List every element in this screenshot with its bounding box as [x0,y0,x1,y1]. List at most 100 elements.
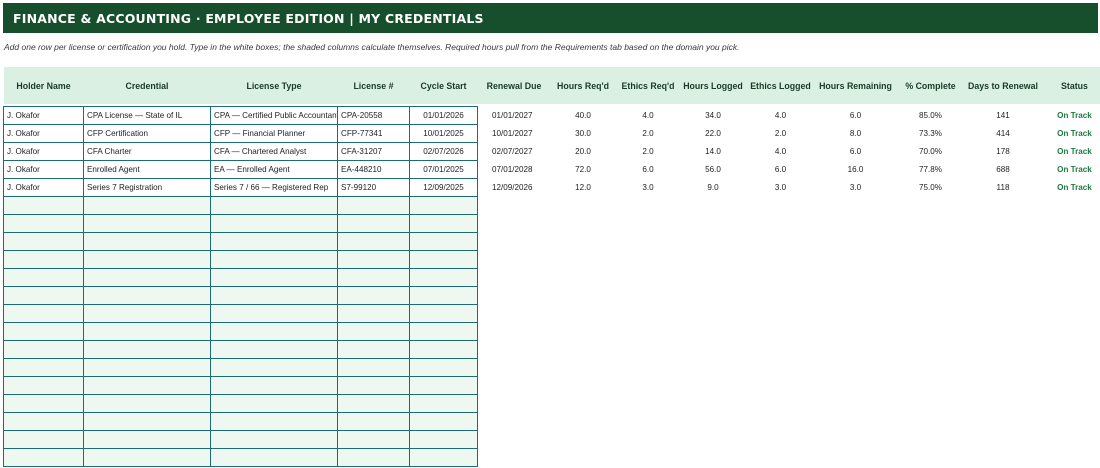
license-number-cell[interactable]: EA-448210 [337,159,410,179]
license-type-cell[interactable]: CFA — Chartered Analyst [210,141,338,161]
col-header-days-to-renewal[interactable]: Days to Renewal [965,67,1041,104]
cycle-start-cell[interactable] [409,285,478,305]
credential-cell[interactable] [83,285,211,305]
credential-cell[interactable] [83,249,211,269]
cycle-start-cell[interactable] [409,447,478,467]
license-number-cell[interactable] [337,285,410,305]
holder-name-cell[interactable] [3,213,84,233]
license-type-cell[interactable] [210,339,338,359]
license-number-cell[interactable] [337,411,410,431]
license-type-cell[interactable]: EA — Enrolled Agent [210,159,338,179]
holder-name-cell[interactable]: J. Okafor [3,105,84,125]
credential-cell[interactable] [83,447,211,467]
license-number-cell[interactable]: CFP-77341 [337,123,410,143]
col-header-hours-remaining[interactable]: Hours Remaining [815,67,896,104]
holder-name-cell[interactable] [3,321,84,341]
cycle-start-cell[interactable] [409,393,478,413]
holder-name-cell[interactable] [3,429,84,449]
holder-name-cell[interactable] [3,375,84,395]
col-header-renewal-due[interactable]: Renewal Due [477,67,551,104]
credential-cell[interactable]: CFA Charter [83,141,211,161]
cycle-start-cell[interactable] [409,303,478,323]
license-type-cell[interactable] [210,393,338,413]
credential-cell[interactable] [83,339,211,359]
holder-name-cell[interactable] [3,303,84,323]
cycle-start-cell[interactable] [409,375,478,395]
cycle-start-cell[interactable] [409,213,478,233]
license-number-cell[interactable] [337,303,410,323]
license-number-cell[interactable] [337,429,410,449]
holder-name-cell[interactable] [3,267,84,287]
credential-cell[interactable] [83,357,211,377]
cycle-start-cell[interactable] [409,339,478,359]
col-header-cycle-start[interactable]: Cycle Start [409,67,478,104]
cycle-start-cell[interactable] [409,321,478,341]
cycle-start-cell[interactable]: 01/01/2026 [409,105,478,125]
holder-name-cell[interactable] [3,231,84,251]
license-number-cell[interactable] [337,393,410,413]
holder-name-cell[interactable] [3,393,84,413]
credential-cell[interactable] [83,267,211,287]
credential-cell[interactable]: CPA License — State of IL [83,105,211,125]
license-number-cell[interactable] [337,339,410,359]
license-number-cell[interactable] [337,195,410,215]
cycle-start-cell[interactable]: 10/01/2025 [409,123,478,143]
license-type-cell[interactable] [210,195,338,215]
credential-cell[interactable] [83,213,211,233]
license-number-cell[interactable]: S7-99120 [337,177,410,197]
license-type-cell[interactable]: Series 7 / 66 — Registered Rep [210,177,338,197]
col-header-hours-logged[interactable]: Hours Logged [680,67,746,104]
license-type-cell[interactable] [210,411,338,431]
cycle-start-cell[interactable] [409,357,478,377]
holder-name-cell[interactable] [3,285,84,305]
credential-cell[interactable] [83,303,211,323]
license-type-cell[interactable] [210,249,338,269]
cycle-start-cell[interactable] [409,231,478,251]
license-number-cell[interactable] [337,447,410,467]
license-number-cell[interactable]: CFA-31207 [337,141,410,161]
holder-name-cell[interactable]: J. Okafor [3,159,84,179]
license-type-cell[interactable]: CFP — Financial Planner [210,123,338,143]
col-header-percent-complete[interactable]: % Complete [895,67,966,104]
license-number-cell[interactable] [337,249,410,269]
credential-cell[interactable]: Series 7 Registration [83,177,211,197]
holder-name-cell[interactable] [3,249,84,269]
credential-cell[interactable] [83,375,211,395]
credential-cell[interactable]: Enrolled Agent [83,159,211,179]
cycle-start-cell[interactable] [409,267,478,287]
license-type-cell[interactable] [210,321,338,341]
col-header-license-type[interactable]: License Type [210,67,338,104]
license-type-cell[interactable]: CPA — Certified Public Accountant [210,105,338,125]
col-header-ethics-logged[interactable]: Ethics Logged [745,67,816,104]
license-type-cell[interactable] [210,357,338,377]
holder-name-cell[interactable] [3,447,84,467]
license-number-cell[interactable] [337,231,410,251]
license-number-cell[interactable] [337,213,410,233]
cycle-start-cell[interactable] [409,249,478,269]
cycle-start-cell[interactable]: 02/07/2026 [409,141,478,161]
cycle-start-cell[interactable] [409,411,478,431]
cycle-start-cell[interactable]: 12/09/2025 [409,177,478,197]
license-type-cell[interactable] [210,375,338,395]
col-header-hours-required[interactable]: Hours Req'd [550,67,616,104]
license-type-cell[interactable] [210,429,338,449]
col-header-holder-name[interactable]: Holder Name [3,67,84,104]
col-header-ethics-required[interactable]: Ethics Req'd [615,67,681,104]
license-type-cell[interactable] [210,213,338,233]
license-number-cell[interactable] [337,321,410,341]
cycle-start-cell[interactable]: 07/01/2025 [409,159,478,179]
license-type-cell[interactable] [210,231,338,251]
holder-name-cell[interactable] [3,195,84,215]
holder-name-cell[interactable]: J. Okafor [3,123,84,143]
col-header-status[interactable]: Status [1040,67,1100,104]
license-number-cell[interactable] [337,357,410,377]
holder-name-cell[interactable]: J. Okafor [3,177,84,197]
col-header-credential[interactable]: Credential [83,67,211,104]
holder-name-cell[interactable] [3,339,84,359]
credential-cell[interactable] [83,411,211,431]
holder-name-cell[interactable]: J. Okafor [3,141,84,161]
license-type-cell[interactable] [210,447,338,467]
license-type-cell[interactable] [210,285,338,305]
col-header-license-number[interactable]: License # [337,67,410,104]
holder-name-cell[interactable] [3,411,84,431]
